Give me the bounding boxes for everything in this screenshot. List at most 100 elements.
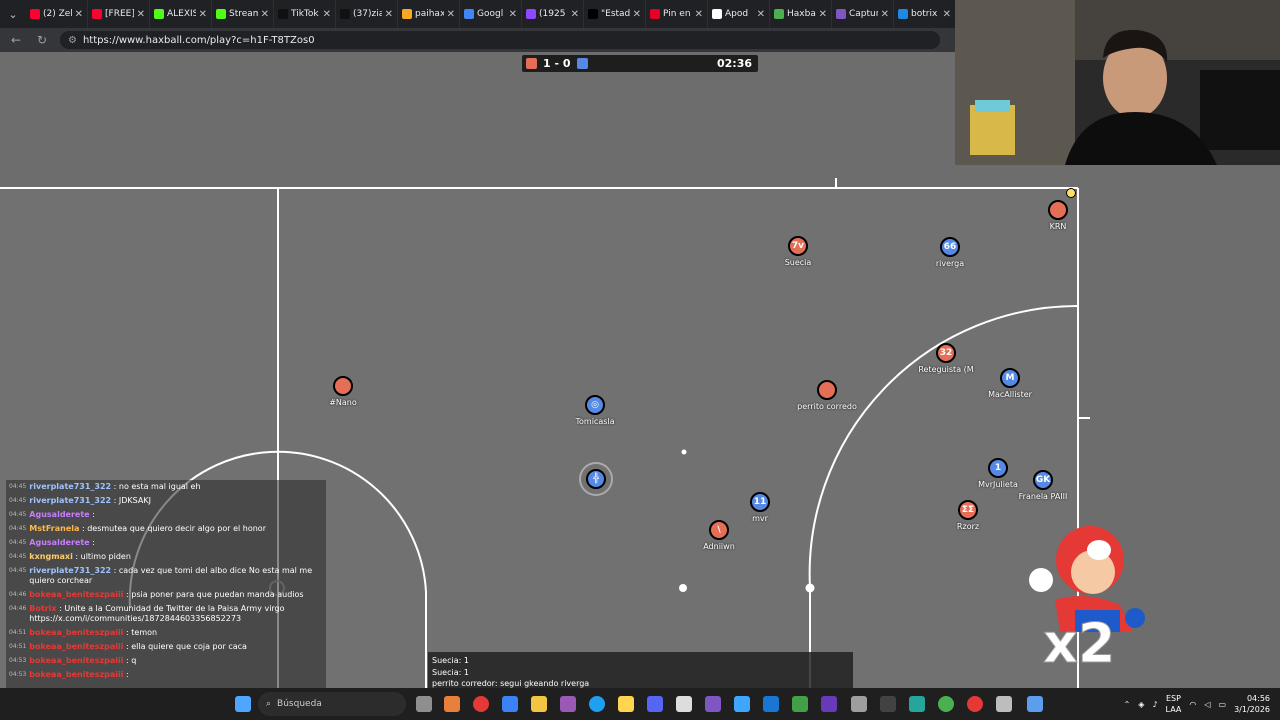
url-field[interactable]: ⚙ https://www.haxball.com/play?c=h1F-T8T… [60,31,940,49]
app-icon[interactable] [734,696,750,712]
network-icon[interactable]: ◈ [1138,700,1144,709]
close-tab-icon[interactable]: ✕ [943,9,951,20]
message-body: bokeaa_beniteszpaiii : [29,670,128,680]
chat-text: : JDKSAKJ [113,496,151,505]
browser-tab[interactable]: Pin en ✕ [646,0,708,28]
tab-favicon-icon [898,9,908,19]
app-icon[interactable] [705,696,721,712]
player-name: MacAllister [988,390,1032,399]
chrome-icon[interactable] [967,696,983,712]
volume-icon[interactable]: ◁ [1204,700,1210,709]
terminal-icon[interactable] [880,696,896,712]
chat-username: riverplate731_322 [29,566,112,575]
close-tab-icon[interactable]: ✕ [385,9,393,20]
tab-title: Haxba [787,9,816,19]
chrome-icon[interactable] [938,696,954,712]
browser-tab[interactable]: ALEXIS ✕ [150,0,212,28]
browser-tab[interactable]: "Estad ✕ [584,0,646,28]
browser-tab[interactable]: Apod ✕ [708,0,770,28]
start-icon[interactable] [235,696,251,712]
mic-icon[interactable]: ♪ [1152,700,1157,709]
tab-search-icon[interactable]: ⌄ [0,0,26,28]
taskbar-search[interactable]: ⌕ Búsqueda [258,692,406,716]
stream-chat-overlay: 04:45 riverplate731_322 : no esta mal igu… [6,480,326,720]
browser-tab[interactable]: botrix ✕ [894,0,956,28]
browser-tab[interactable]: (37)zia ✕ [336,0,398,28]
browser-tab[interactable]: Captur ✕ [832,0,894,28]
ball [1066,188,1076,198]
browser-tab[interactable]: paihax ✕ [398,0,460,28]
reload-icon[interactable]: ↻ [34,33,50,47]
browser-tab[interactable]: TikTok ✕ [274,0,336,28]
game-chat-log: Suecia: 1 Suecia: 1 perrito corredor: segu… [432,655,849,688]
folder-icon[interactable] [531,696,547,712]
close-tab-icon[interactable]: ✕ [571,9,579,20]
site-info-icon[interactable]: ⚙ [68,35,77,46]
app-icon[interactable] [996,696,1012,712]
close-tab-icon[interactable]: ✕ [509,9,517,20]
app-icon[interactable] [909,696,925,712]
close-tab-icon[interactable]: ✕ [881,9,889,20]
tab-favicon-icon [774,9,784,19]
task-view-icon[interactable] [416,696,432,712]
mail-icon[interactable] [763,696,779,712]
player-name: Suecia [784,258,812,267]
stream-chat-message: 04:45 kxngmaxi : ultimo piden [6,550,326,564]
chat-username: bokeaa_beniteszpaiii [29,628,124,637]
player-name: perrito corredo [797,402,857,411]
discord-icon[interactable] [647,696,663,712]
chat-text: : temon [126,628,158,637]
clock[interactable]: 04:56 3/1/2026 [1234,693,1270,715]
tab-favicon-icon [588,9,598,19]
close-tab-icon[interactable]: ✕ [199,9,207,20]
language-indicator[interactable]: ESP LAA [1166,693,1182,715]
close-tab-icon[interactable]: ✕ [261,9,269,20]
settings-icon[interactable] [851,696,867,712]
app-icon[interactable] [821,696,837,712]
browser-tab[interactable]: Stream✕ [212,0,274,28]
tab-title: "Estad [601,9,630,19]
browser-tab[interactable]: [FREE] ✕ [88,0,150,28]
close-tab-icon[interactable]: ✕ [695,9,703,20]
close-tab-icon[interactable]: ✕ [633,9,641,20]
chat-username: bokeaa_beniteszpaiii [29,642,124,651]
wifi-icon[interactable]: ◠ [1189,700,1196,709]
app-icon[interactable] [444,696,460,712]
browser-tab[interactable]: Googl ✕ [460,0,522,28]
message-time: 04:53 [9,657,27,664]
edge-icon[interactable] [589,696,605,712]
close-tab-icon[interactable]: ✕ [757,9,765,20]
tab-favicon-icon [712,9,722,19]
chevron-up-icon[interactable]: ⌃ [1124,700,1131,709]
calculator-icon[interactable] [1027,696,1043,712]
message-time: 04:46 [9,591,27,598]
chat-username: bokeaa_beniteszpaiii [29,670,124,679]
chat-username: Botrix [29,604,57,613]
chat-text: : q [126,656,137,665]
close-tab-icon[interactable]: ✕ [137,9,145,20]
browser-tab[interactable]: (1925 ✕ [522,0,584,28]
stream-chat-message: 04:51 bokeaa_beniteszpaiii : temon [6,626,326,640]
score: 1 - 0 [543,57,571,70]
app-icon[interactable] [618,696,634,712]
app-icon[interactable] [560,696,576,712]
opera-icon[interactable] [473,696,489,712]
app-icon[interactable] [676,696,692,712]
close-tab-icon[interactable]: ✕ [75,9,83,20]
app-icon[interactable] [792,696,808,712]
back-icon[interactable]: ← [8,33,24,47]
close-tab-icon[interactable]: ✕ [447,9,455,20]
game-chat-line: Suecia: 1 [432,656,469,665]
browser-tab[interactable]: Haxba ✕ [770,0,832,28]
close-tab-icon[interactable]: ✕ [819,9,827,20]
battery-icon[interactable]: ▭ [1219,700,1227,709]
chat-text: : Unite a la Comunidad de Twitter de la … [29,604,285,623]
player-blue: 11 [750,492,770,512]
player-name: Tomicasla [575,417,615,426]
message-time: 04:46 [9,605,27,612]
browser-tab[interactable]: (2) Zel ✕ [26,0,88,28]
player-name: Rzorz [956,522,980,531]
close-tab-icon[interactable]: ✕ [323,9,331,20]
store-icon[interactable] [502,696,518,712]
tab-title: [FREE] [105,9,134,19]
